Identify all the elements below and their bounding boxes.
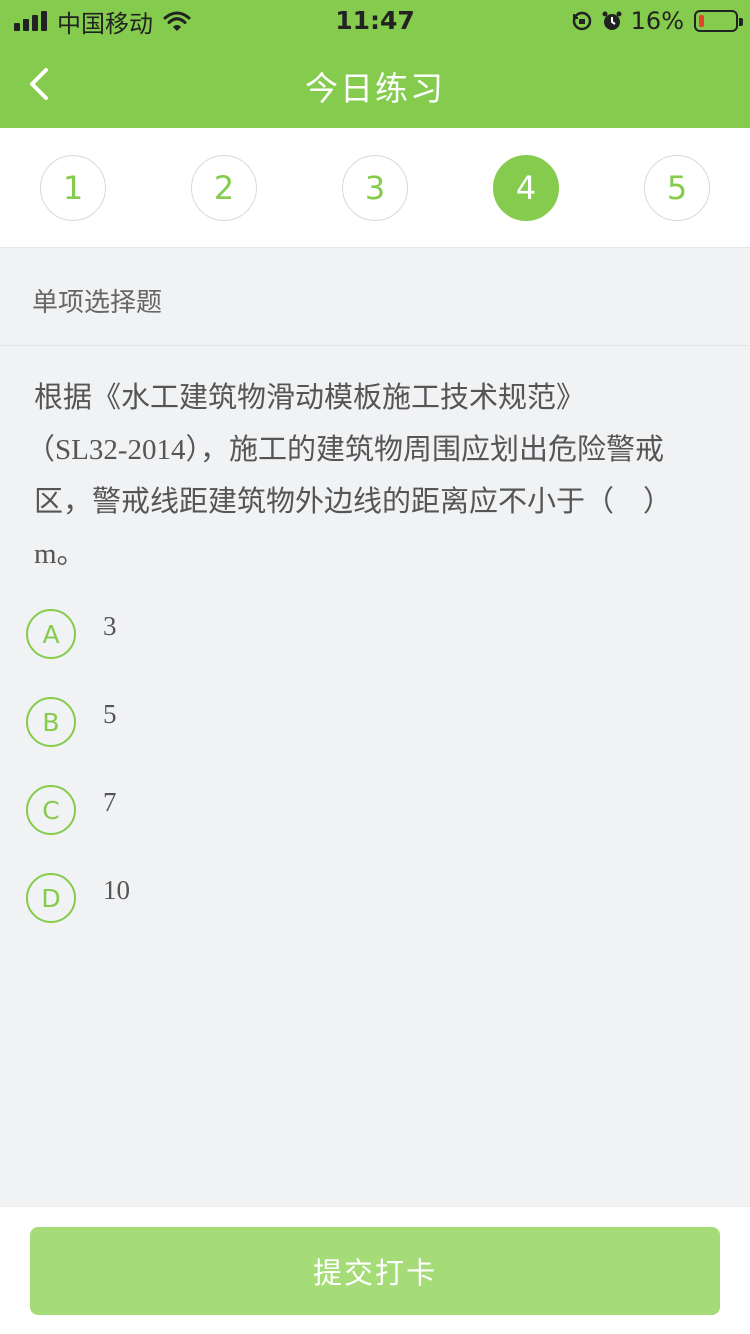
footer: 提交打卡 [0,1206,750,1334]
option-text: 3 [103,611,117,641]
question-line: 区，警戒线距建筑物外边线的距离应不小于（ ） [34,486,673,518]
question-line: 根据《水工建筑物滑动模板施工技术规范》 [34,382,586,414]
question-number-5[interactable]: 5 [644,155,710,221]
option-c[interactable]: C 7 [26,785,716,837]
nav-bar: 今日练习 [0,42,750,128]
question-number-3[interactable]: 3 [342,155,408,221]
question-number-4[interactable]: 4 [493,155,559,221]
option-a[interactable]: A 3 [26,609,716,661]
option-d[interactable]: D 10 [26,873,716,925]
battery-percent: 16% [630,7,684,35]
option-text: 7 [103,787,117,817]
question-nav: 1 2 3 4 5 [0,128,750,248]
option-letter: D [26,873,76,923]
page-title: 今日练习 [305,69,445,108]
alarm-icon [602,11,622,30]
option-b[interactable]: B 5 [26,697,716,749]
status-bar: 中国移动 11:47 16% [0,0,750,42]
question-number-2[interactable]: 2 [191,155,257,221]
page: 中国移动 11:47 16% 今日练习 1 2 3 4 5 单项选择题 根据《水… [0,0,750,1334]
header: 中国移动 11:47 16% 今日练习 [0,0,750,128]
question-number-1[interactable]: 1 [40,155,106,221]
option-text: 10 [103,875,130,905]
question-text: 根据《水工建筑物滑动模板施工技术规范》 （SL32-2014），施工的建筑物周围… [26,372,724,580]
option-letter: C [26,785,76,835]
battery-icon [694,10,743,32]
question-type-label: 单项选择题 [32,288,163,318]
rotation-lock-icon [572,11,591,31]
submit-checkin-button[interactable]: 提交打卡 [30,1227,720,1315]
option-letter: A [26,609,76,659]
question-type-bar: 单项选择题 [0,248,750,346]
option-text: 5 [103,699,117,729]
question-line: （SL32-2014），施工的建筑物周围应划出危险警戒 [26,434,665,466]
battery-level [699,15,704,27]
option-letter: B [26,697,76,747]
question-line: m。 [34,538,86,570]
status-right: 16% [571,6,743,36]
